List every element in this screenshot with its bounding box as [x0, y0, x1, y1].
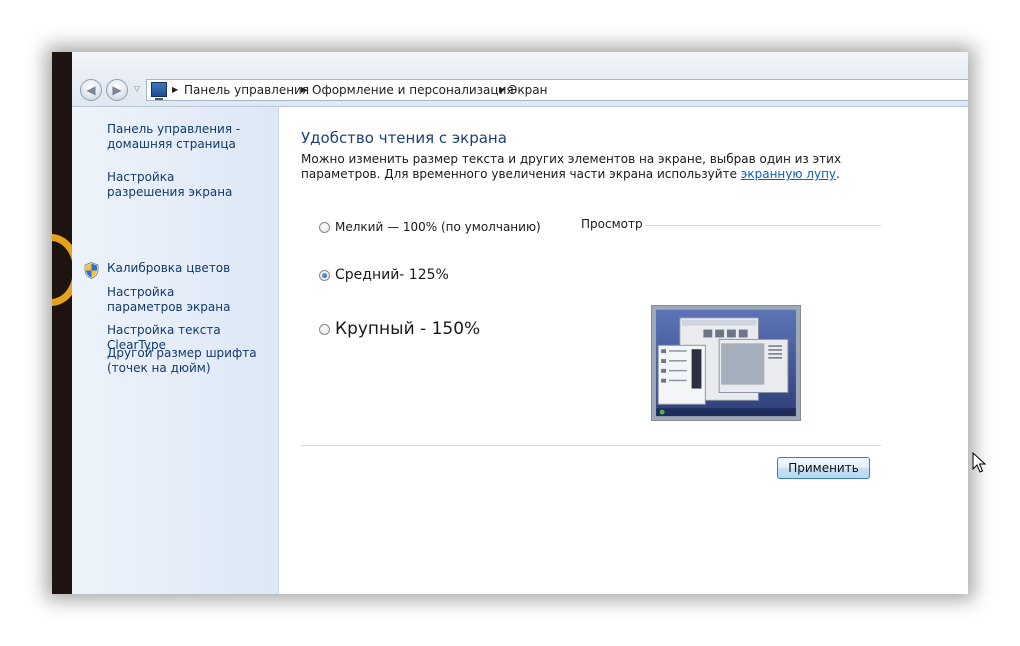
option-large[interactable]: Крупный - 150% — [319, 319, 480, 339]
desktop-background — [52, 52, 72, 594]
control-panel-window: ◀ ▶ ▽ ▶ Панель управления ▶ Оформление и… — [72, 52, 968, 594]
main-content: Удобство чтения с экрана Можно изменить … — [278, 107, 968, 594]
breadcrumb-appearance[interactable]: Оформление и персонализация — [312, 83, 514, 97]
display-preview-image — [651, 305, 801, 421]
task-sidebar: Панель управления - домашняя страница На… — [72, 107, 279, 594]
page-description: Можно изменить размер текста и других эл… — [301, 152, 871, 182]
page-title: Удобство чтения с экрана — [301, 129, 507, 147]
magnifier-link[interactable]: экранную лупу — [741, 167, 836, 181]
sidebar-item-resolution[interactable]: Настройка разрешения экрана — [107, 170, 247, 200]
breadcrumb-separator-icon[interactable]: ▶ — [172, 85, 178, 94]
desktop-ring-decoration — [52, 234, 72, 306]
chevron-down-icon: ▽ — [134, 84, 141, 93]
sidebar-item-display-settings[interactable]: Настройка параметров экрана — [107, 285, 247, 315]
option-small-label[interactable]: Мелкий — 100% (по умолчанию) — [335, 220, 541, 234]
option-medium-label[interactable]: Средний- 125% — [335, 267, 449, 283]
preview-label: Просмотр — [581, 217, 643, 231]
sidebar-item-control-panel-home[interactable]: Панель управления - домашняя страница — [107, 122, 247, 152]
sidebar-item-color-calibration[interactable]: Калибровка цветов — [107, 261, 277, 276]
control-panel-icon — [151, 82, 167, 100]
uac-shield-icon — [84, 262, 99, 279]
breadcrumb-control-panel[interactable]: Панель управления — [184, 83, 309, 97]
radio-small[interactable] — [319, 221, 330, 233]
option-small[interactable]: Мелкий — 100% (по умолчанию) — [319, 220, 541, 234]
navigation-bar: ◀ ▶ ▽ ▶ Панель управления ▶ Оформление и… — [72, 76, 968, 107]
apply-button[interactable]: Применить — [777, 457, 870, 479]
back-arrow-icon: ◀ — [86, 83, 96, 97]
option-large-label[interactable]: Крупный - 150% — [335, 319, 480, 339]
forward-button[interactable]: ▶ — [106, 79, 128, 101]
recent-pages-dropdown[interactable]: ▽ — [134, 84, 140, 93]
sidebar-item-dpi[interactable]: Другой размер шрифта (точек на дюйм) — [107, 346, 257, 376]
address-bar[interactable]: ▶ Панель управления ▶ Оформление и персо… — [146, 79, 968, 101]
back-button[interactable]: ◀ — [80, 79, 102, 101]
section-divider — [301, 445, 881, 446]
forward-arrow-icon: ▶ — [112, 83, 122, 97]
mouse-pointer-icon — [972, 452, 986, 473]
breadcrumb-display[interactable]: Экран — [509, 83, 547, 97]
description-end: . — [836, 167, 840, 181]
radio-large[interactable] — [319, 323, 330, 335]
option-medium[interactable]: Средний- 125% — [319, 267, 449, 283]
preview-separator — [646, 225, 881, 226]
breadcrumb-separator-icon[interactable]: ▶ — [499, 85, 505, 94]
radio-medium[interactable] — [319, 269, 330, 281]
breadcrumb-separator-icon[interactable]: ▶ — [301, 85, 307, 94]
title-bar[interactable] — [72, 52, 968, 76]
